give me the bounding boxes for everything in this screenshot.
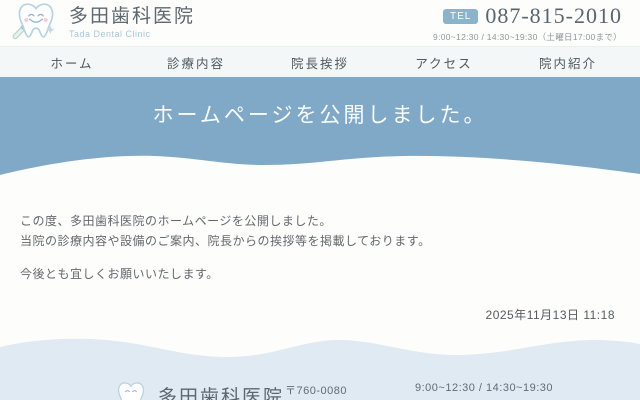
brand-home-link[interactable]: 多田歯科医院 Tada Dental Clinic bbox=[10, 1, 195, 45]
hero-wave-divider bbox=[0, 151, 640, 179]
brand-text: 多田歯科医院 Tada Dental Clinic bbox=[69, 7, 195, 40]
nav-item-home[interactable]: ホーム bbox=[10, 47, 134, 77]
nav-item-director-greeting[interactable]: 院長挨拶 bbox=[258, 47, 382, 77]
site-footer: 多田歯科医院 〒760-0080 9:00~12:30 / 14:30~19:3… bbox=[0, 335, 640, 400]
post-date: 2025年11月13日 11:18 bbox=[20, 306, 615, 323]
main-nav: ホーム 診療内容 院長挨拶 アクセス 院内紹介 bbox=[0, 46, 640, 77]
footer-body: 多田歯科医院 〒760-0080 9:00~12:30 / 14:30~19:3… bbox=[0, 363, 640, 400]
footer-postal-code: 〒760-0080 bbox=[285, 382, 347, 398]
article-paragraph: 今後とも宜しくお願いいたします。 bbox=[20, 264, 615, 284]
footer-clinic-name: 多田歯科医院 bbox=[158, 382, 284, 400]
hero-banner: ホームページを公開しました。 bbox=[0, 77, 640, 151]
tel-line: TEL 087-815-2010 bbox=[433, 3, 622, 29]
nav-item-services[interactable]: 診療内容 bbox=[134, 47, 258, 77]
clinic-name: 多田歯科医院 bbox=[69, 7, 195, 28]
article-body: この度、多田歯科医院のホームページを公開しました。 当院の診療内容や設備のご案内… bbox=[0, 179, 640, 323]
page-title: ホームページを公開しました。 bbox=[153, 99, 488, 129]
page: 多田歯科医院 Tada Dental Clinic TEL 087-815-20… bbox=[0, 0, 640, 400]
tooth-logo-icon bbox=[10, 1, 62, 45]
article-paragraph: この度、多田歯科医院のホームページを公開しました。 当院の診療内容や設備のご案内… bbox=[20, 211, 615, 251]
nav-item-access[interactable]: アクセス bbox=[382, 47, 506, 77]
site-header: 多田歯科医院 Tada Dental Clinic TEL 087-815-20… bbox=[0, 0, 640, 46]
clinic-name-en: Tada Dental Clinic bbox=[69, 29, 195, 39]
footer-hours: 9:00~12:30 / 14:30~19:30 bbox=[415, 382, 553, 394]
footer-wave-divider bbox=[0, 335, 640, 363]
article-line: 今後とも宜しくお願いいたします。 bbox=[20, 264, 615, 284]
tel-badge: TEL bbox=[443, 9, 478, 24]
opening-hours-note: 9:00~12:30 / 14:30~19:30（土曜日17:00まで） bbox=[433, 31, 622, 43]
footer-tooth-logo-icon bbox=[112, 380, 150, 400]
nav-item-clinic-tour[interactable]: 院内紹介 bbox=[506, 47, 630, 77]
phone-number: 087-815-2010 bbox=[485, 3, 622, 29]
article-line: 当院の診療内容や設備のご案内、院長からの挨拶等を掲載しております。 bbox=[20, 231, 615, 251]
header-contact: TEL 087-815-2010 9:00~12:30 / 14:30~19:3… bbox=[433, 3, 622, 43]
article-line: この度、多田歯科医院のホームページを公開しました。 bbox=[20, 211, 615, 231]
hero-section: ホームページを公開しました。 bbox=[0, 77, 640, 179]
